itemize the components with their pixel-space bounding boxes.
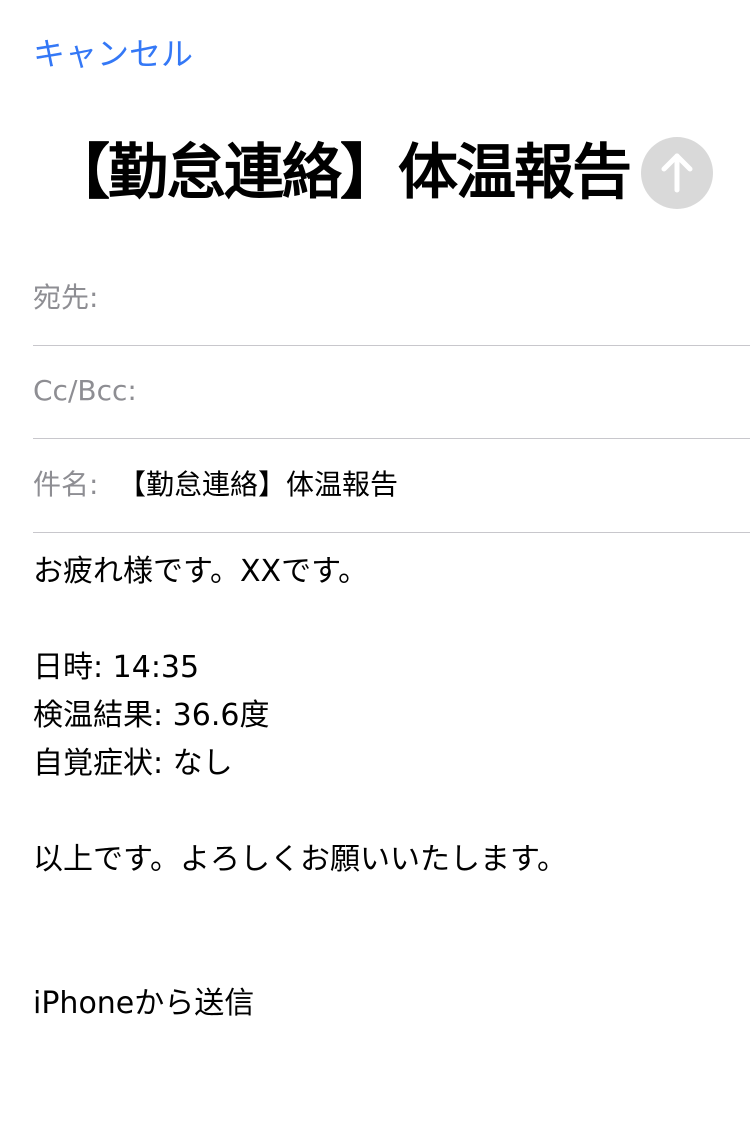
compose-title: 【勤怠連絡】体温報告 — [50, 138, 632, 208]
body-signature: iPhoneから送信 — [33, 986, 255, 1021]
send-button[interactable] — [641, 137, 713, 209]
body-symptoms: 自覚症状: なし — [33, 746, 233, 781]
subject-field-row[interactable]: 件名: 【勤怠連絡】体温報告 — [33, 440, 750, 533]
body-blank-line — [33, 884, 723, 932]
body-greeting: お疲れ様です。XXです。 — [33, 554, 369, 589]
cancel-button[interactable]: キャンセル — [33, 30, 193, 78]
subject-label: 件名: — [33, 468, 99, 501]
body-closing: 以上です。よろしくお願いいたします。 — [33, 842, 567, 877]
to-label: 宛先: — [33, 281, 99, 314]
to-field-row[interactable]: 宛先: — [33, 253, 750, 346]
arrow-up-icon — [661, 153, 693, 193]
body-blank-line — [33, 932, 723, 980]
cc-bcc-field-row[interactable]: Cc/Bcc: — [33, 346, 750, 439]
body-datetime: 日時: 14:35 — [33, 650, 200, 685]
body-blank-line — [33, 596, 723, 644]
body-blank-line — [33, 788, 723, 836]
compose-sheet: キャンセル 【勤怠連絡】体温報告 宛先: Cc/Bcc: 件名: 【勤怠連絡】体… — [0, 0, 750, 1148]
subject-input[interactable]: 【勤怠連絡】体温報告 — [118, 464, 398, 506]
cc-bcc-label: Cc/Bcc: — [33, 374, 137, 407]
message-body[interactable]: お疲れ様です。XXです。 日時: 14:35 検温結果: 36.6度 自覚症状:… — [33, 548, 723, 1028]
body-temperature: 検温結果: 36.6度 — [33, 698, 270, 733]
